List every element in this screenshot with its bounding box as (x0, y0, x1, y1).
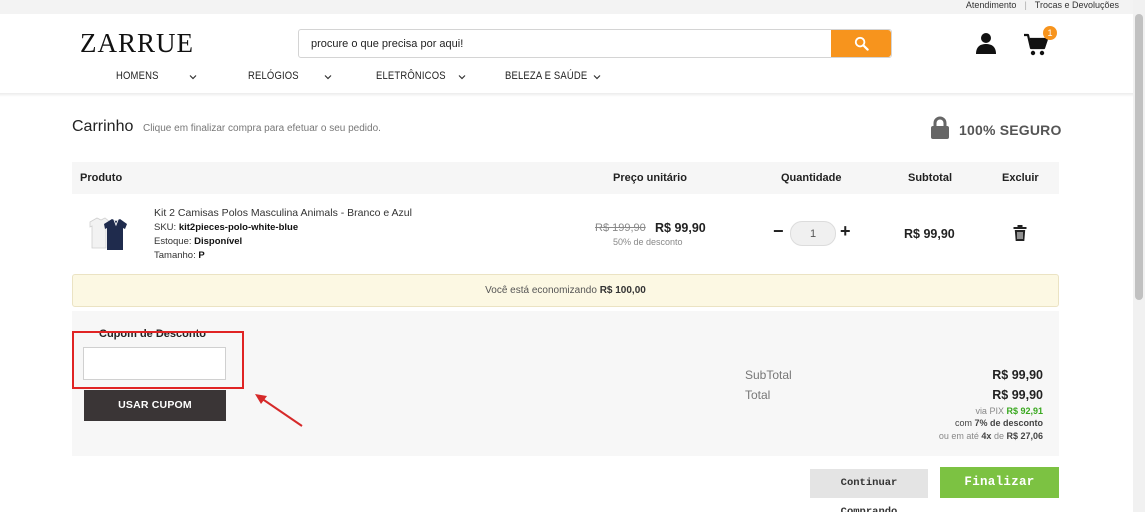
summary-subtotal-label: SubTotal (745, 368, 792, 382)
product-size: Tamanho: P (154, 250, 205, 261)
lock-icon (931, 116, 949, 139)
discount-label: 50% de desconto (613, 237, 683, 247)
quantity-input[interactable] (790, 221, 836, 246)
product-info: Kit 2 Camisas Polos Masculina Animals - … (154, 206, 412, 263)
savings-banner: Você está economizando R$ 100,00 (72, 274, 1059, 307)
annotation-arrow-icon (255, 394, 303, 427)
checkout-button[interactable]: Finalizar Compra (940, 467, 1059, 512)
product-sku: SKU: kit2pieces-polo-white-blue (154, 222, 299, 233)
link-separator: | (1024, 0, 1027, 10)
search-button[interactable] (831, 30, 891, 57)
page-scrollbar[interactable] (1133, 0, 1145, 512)
chevron-down-icon[interactable] (324, 73, 332, 81)
product-image[interactable] (86, 214, 128, 252)
product-name[interactable]: Kit 2 Camisas Polos Masculina Animals - … (154, 206, 412, 220)
chevron-down-icon[interactable] (593, 73, 601, 81)
header-remove: Excluir (1002, 172, 1039, 184)
chevron-down-icon[interactable] (458, 73, 466, 81)
link-atendimento[interactable]: Atendimento (966, 0, 1017, 10)
header-product: Produto (80, 172, 123, 184)
summary-subtotal-value: R$ 99,90 (992, 368, 1043, 382)
price-new: R$ 99,90 (655, 221, 706, 235)
nav-item-eletronicos[interactable]: ELETRÔNICOS (376, 70, 446, 82)
search-bar (298, 29, 892, 58)
continue-shopping-button[interactable]: Continuar Comprando (810, 469, 928, 512)
search-input[interactable] (299, 30, 831, 57)
page-title: Carrinho (72, 118, 134, 135)
header-divider (0, 93, 1133, 97)
cart-count-badge: 1 (1043, 26, 1057, 40)
savings-text: Você está economizando (485, 285, 597, 296)
savings-value: R$ 100,00 (599, 285, 646, 296)
link-trocas-devolucoes[interactable]: Trocas e Devoluções (1035, 0, 1119, 10)
product-stock: Estoque: Disponível (154, 236, 243, 247)
installments-info: ou em até 4x de R$ 27,06 (938, 431, 1043, 441)
search-icon (854, 36, 869, 51)
top-utility-bar: Atendimento | Trocas e Devoluções (0, 0, 1133, 14)
apply-coupon-button[interactable]: USAR CUPOM (84, 390, 226, 421)
top-links: Atendimento | Trocas e Devoluções (966, 0, 1119, 11)
header-subtotal: Subtotal (908, 172, 952, 184)
cart-summary-panel (72, 311, 1059, 456)
nav-item-homens[interactable]: HOMENS (116, 70, 159, 82)
coupon-label: Cupom de Desconto (99, 328, 206, 340)
user-icon[interactable] (974, 31, 998, 55)
quantity-decrease-button[interactable]: − (773, 222, 784, 240)
header-unit-price: Preço unitário (613, 172, 687, 184)
pix-discount: com 7% de desconto (954, 418, 1043, 428)
nav-item-relogios[interactable]: RELÓGIOS (248, 70, 299, 82)
summary-total-value: R$ 99,90 (992, 388, 1043, 402)
cart-item-row: Kit 2 Camisas Polos Masculina Animals - … (72, 194, 1059, 273)
header-quantity: Quantidade (781, 172, 842, 184)
scrollbar-thumb[interactable] (1135, 14, 1143, 300)
cart-table-header: Produto Preço unitário Quantidade Subtot… (72, 162, 1059, 194)
site-logo[interactable]: ZARRUE (80, 28, 194, 59)
secure-label: 100% SEGURO (959, 121, 1062, 138)
coupon-input[interactable] (83, 347, 226, 380)
page-subtitle: Clique em finalizar compra para efetuar … (143, 123, 381, 134)
quantity-increase-button[interactable]: + (840, 222, 851, 240)
price-old: R$ 199,90 (595, 222, 646, 234)
item-subtotal: R$ 99,90 (904, 227, 955, 241)
chevron-down-icon[interactable] (189, 73, 197, 81)
pix-price: via PIX R$ 92,91 (975, 406, 1043, 416)
trash-icon[interactable] (1013, 225, 1027, 241)
nav-item-beleza-saude[interactable]: BELEZA E SAÚDE (505, 70, 587, 82)
summary-total-label: Total (745, 388, 771, 402)
secure-badge: 100% SEGURO (930, 116, 1062, 140)
